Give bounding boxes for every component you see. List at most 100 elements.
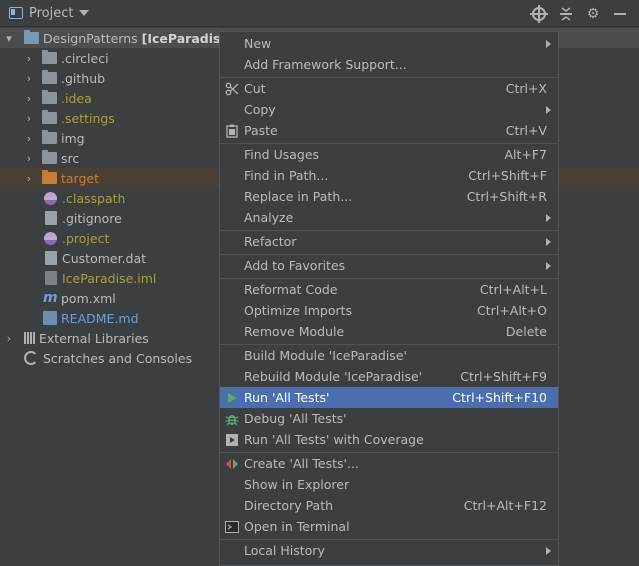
menu-item-open-in-terminal[interactable]: Open in Terminal — [220, 516, 558, 537]
menu-item-shortcut: Ctrl+Alt+L — [479, 282, 547, 297]
menu-item-label: Rebuild Module 'IceParadise' — [244, 369, 423, 384]
menu-item-label: Replace in Path... — [244, 189, 353, 204]
submenu-arrow-icon — [546, 105, 551, 114]
project-toolbar: Project ⚙ — [0, 0, 639, 27]
collapse-all-icon[interactable] — [558, 6, 574, 22]
tree-item-label: img — [61, 130, 85, 146]
text-file-icon — [45, 211, 57, 225]
maven-file-icon: m — [43, 290, 58, 306]
tree-item-label: External Libraries — [39, 330, 149, 346]
menu-item-build-module[interactable]: Build Module 'IceParadise' — [220, 345, 558, 366]
menu-item-label: Add Framework Support... — [244, 57, 407, 72]
menu-item-label: Optimize Imports — [244, 303, 353, 318]
submenu-arrow-icon — [546, 237, 551, 246]
menu-item-label: Analyze — [244, 210, 294, 225]
tree-item-label: .project — [62, 230, 110, 246]
collapsed-arrow-icon[interactable]: › — [24, 72, 34, 85]
menu-item-add-framework-support[interactable]: Add Framework Support... — [220, 54, 558, 75]
collapsed-arrow-icon[interactable]: › — [24, 112, 34, 125]
menu-item-directory-path[interactable]: Directory Path Ctrl+Alt+F12 — [220, 495, 558, 516]
tree-item-label: IceParadise.iml — [62, 270, 157, 286]
tree-item-label: src — [61, 150, 80, 166]
tree-item-label: target — [61, 170, 100, 186]
menu-item-run-with-coverage[interactable]: Run 'All Tests' with Coverage — [220, 429, 558, 450]
menu-item-shortcut: Ctrl+V — [505, 123, 547, 138]
folder-icon — [42, 70, 57, 84]
menu-item-rebuild-module[interactable]: Rebuild Module 'IceParadise' Ctrl+Shift+F… — [220, 366, 558, 387]
collapsed-arrow-icon[interactable]: › — [4, 332, 14, 345]
menu-item-find-usages[interactable]: Find Usages Alt+F7 — [220, 144, 558, 165]
debug-bug-icon — [225, 412, 239, 426]
menu-item-create-all-tests[interactable]: Create 'All Tests'... — [220, 453, 558, 474]
clipboard-icon — [225, 124, 239, 138]
menu-item-shortcut: Delete — [505, 324, 547, 339]
excluded-folder-icon — [42, 170, 57, 184]
menu-item-label: Directory Path — [244, 498, 334, 513]
menu-item-show-in-explorer[interactable]: Show in Explorer — [220, 474, 558, 495]
root-folder-name: DesignPatterns — [43, 30, 138, 46]
menu-item-label: Find in Path... — [244, 168, 329, 183]
menu-item-label: Add to Favorites — [244, 258, 346, 273]
menu-item-debug-all-tests[interactable]: Debug 'All Tests' — [220, 408, 558, 429]
eclipse-file-icon — [44, 191, 57, 205]
folder-icon — [42, 90, 57, 104]
eclipse-file-icon — [44, 231, 57, 245]
menu-item-label: Refactor — [244, 234, 297, 249]
menu-item-optimize-imports[interactable]: Optimize Imports Ctrl+Alt+O — [220, 300, 558, 321]
project-view-title[interactable]: Project — [29, 6, 73, 21]
tree-item-label: Scratches and Consoles — [43, 350, 193, 366]
submenu-arrow-icon — [546, 261, 551, 270]
gear-icon[interactable]: ⚙ — [585, 6, 601, 22]
menu-item-label: Copy — [244, 102, 276, 117]
tree-item-label: pom.xml — [61, 290, 116, 306]
menu-item-shortcut: Ctrl+Alt+F12 — [463, 498, 547, 513]
menu-item-find-in-path[interactable]: Find in Path... Ctrl+Shift+F — [220, 165, 558, 186]
tree-item-label: Customer.dat — [62, 250, 147, 266]
menu-item-paste[interactable]: Paste Ctrl+V — [220, 120, 558, 141]
module-file-icon — [45, 271, 57, 285]
menu-item-refactor[interactable]: Refactor — [220, 231, 558, 252]
collapsed-arrow-icon[interactable]: › — [24, 92, 34, 105]
library-icon — [24, 332, 35, 344]
menu-item-add-to-favorites[interactable]: Add to Favorites — [220, 255, 558, 276]
menu-item-label: Create 'All Tests'... — [244, 456, 359, 471]
menu-item-cut[interactable]: Cut Ctrl+X — [220, 78, 558, 99]
menu-item-label: Build Module 'IceParadise' — [244, 348, 407, 363]
folder-icon — [42, 110, 57, 124]
project-icon — [9, 7, 23, 19]
menu-item-label: Run 'All Tests' with Coverage — [244, 432, 424, 447]
locate-target-icon[interactable] — [530, 4, 548, 23]
hide-icon[interactable] — [612, 6, 628, 22]
menu-item-local-history[interactable]: Local History — [220, 540, 558, 561]
menu-item-run-all-tests[interactable]: Run 'All Tests' Ctrl+Shift+F10 — [220, 387, 558, 408]
folder-icon — [42, 50, 57, 64]
collapsed-arrow-icon[interactable]: › — [24, 172, 34, 185]
tree-item-label: .circleci — [61, 50, 109, 66]
menu-item-reformat-code[interactable]: Reformat Code Ctrl+Alt+L — [220, 279, 558, 300]
menu-item-label: Cut — [244, 81, 266, 96]
coverage-icon — [225, 433, 239, 447]
menu-item-new[interactable]: New — [220, 33, 558, 54]
menu-item-replace-in-path[interactable]: Replace in Path... Ctrl+Shift+R — [220, 186, 558, 207]
menu-item-label: Find Usages — [244, 147, 320, 162]
tree-item-label: .gitignore — [62, 210, 122, 226]
tree-item-label: .github — [61, 70, 106, 86]
context-menu: New Add Framework Support... Cut Ctrl+X C… — [219, 31, 559, 566]
menu-item-shortcut: Ctrl+X — [505, 81, 547, 96]
collapsed-arrow-icon[interactable]: › — [24, 152, 34, 165]
menu-item-label: Reformat Code — [244, 282, 338, 297]
collapsed-arrow-icon[interactable]: › — [24, 132, 34, 145]
menu-item-remove-module[interactable]: Remove Module Delete — [220, 321, 558, 342]
menu-item-label: Paste — [244, 123, 278, 138]
tree-item-label: .idea — [61, 90, 92, 106]
menu-item-shortcut: Ctrl+Shift+F — [468, 168, 547, 183]
markdown-file-icon — [43, 311, 57, 325]
menu-item-copy[interactable]: Copy — [220, 99, 558, 120]
terminal-icon — [225, 520, 239, 534]
menu-item-analyze[interactable]: Analyze — [220, 207, 558, 228]
collapsed-arrow-icon[interactable]: › — [24, 52, 34, 65]
menu-item-label: Remove Module — [244, 324, 345, 339]
menu-item-label: Local History — [244, 543, 325, 558]
expanded-arrow-icon[interactable]: ▾ — [4, 32, 14, 45]
chevron-down-icon[interactable] — [79, 10, 90, 16]
